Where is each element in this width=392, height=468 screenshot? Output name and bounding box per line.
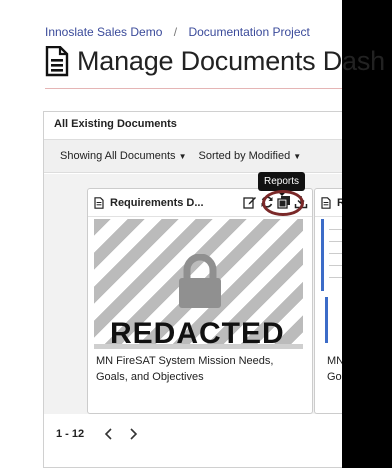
breadcrumb-item-documentation-project[interactable]: Documentation Project <box>188 25 309 39</box>
card-title: Requirements D... <box>110 196 204 209</box>
filter-bar: Showing All Documents ▼ Sorted by Modifie… <box>44 140 342 173</box>
thumbnail-line <box>329 265 342 266</box>
chevron-right-icon[interactable] <box>126 427 140 441</box>
thumbnail-line <box>329 253 342 254</box>
card-title: R <box>337 197 342 209</box>
card-description-line: Goa <box>327 371 342 383</box>
thumbnail-line <box>329 241 342 242</box>
card-description: MN FireSAT System Mission Needs, Goals, … <box>96 355 274 383</box>
edit-icon[interactable] <box>243 195 257 209</box>
thumbnail-accent-bar <box>325 297 328 343</box>
thumbnail-footer <box>94 344 303 349</box>
highlight-ring <box>262 190 304 216</box>
card-header: R <box>315 189 342 217</box>
card-description: MN Goa <box>327 353 342 385</box>
card-description-line: MN <box>327 355 342 367</box>
documents-panel: All Existing Documents Showing All Docum… <box>43 111 342 468</box>
chevron-left-icon[interactable] <box>102 427 116 441</box>
sort-dropdown[interactable]: Sorted by Modified ▼ <box>198 150 301 162</box>
page-header: Manage Documents Dash <box>45 46 385 77</box>
breadcrumb-item-sales-demo[interactable]: Innoslate Sales Demo <box>45 25 162 39</box>
reports-tooltip: Reports <box>258 172 306 196</box>
document-icon <box>45 46 69 77</box>
show-filter-label: Showing All Documents <box>60 150 176 162</box>
page-title: Manage Documents Dash <box>77 46 385 76</box>
document-icon <box>321 196 331 209</box>
document-icon <box>94 196 104 209</box>
pagination-range: 1 - 12 <box>56 428 85 440</box>
thumbnail-line <box>329 229 342 230</box>
thumbnail-line <box>329 277 342 278</box>
title-divider <box>45 88 342 89</box>
caret-down-icon: ▼ <box>293 152 302 161</box>
redacted-label: REDACTED <box>110 317 285 344</box>
pagination: 1 - 12 <box>56 427 150 441</box>
breadcrumb: Innoslate Sales Demo / Documentation Pro… <box>45 25 310 39</box>
document-card[interactable]: R MN Goa <box>314 188 342 414</box>
lock-icon <box>179 254 221 308</box>
show-filter-dropdown[interactable]: Showing All Documents ▼ <box>60 150 186 162</box>
document-thumbnail: REDACTED <box>94 219 303 344</box>
panel-title: All Existing Documents <box>44 112 342 140</box>
document-card[interactable]: Requirements D... REDACTED MN FireSAT Sy… <box>87 188 313 414</box>
breadcrumb-separator: / <box>173 25 178 39</box>
caret-down-icon: ▼ <box>178 152 187 161</box>
thumbnail-accent-bar <box>321 219 324 291</box>
sort-label: Sorted by Modified <box>198 150 291 162</box>
